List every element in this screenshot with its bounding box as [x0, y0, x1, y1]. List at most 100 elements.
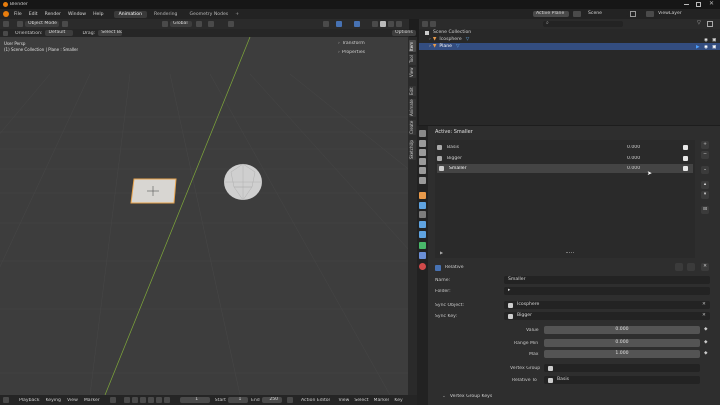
editor-type-icon[interactable]	[3, 21, 9, 27]
scene-tab-icon[interactable]	[419, 167, 426, 174]
step-back-icon[interactable]	[131, 397, 138, 403]
menu-help[interactable]: Help	[93, 12, 103, 17]
tab-rendering[interactable]: Rendering	[149, 11, 182, 18]
timeline-editor-icon[interactable]	[3, 397, 9, 403]
action-select-menu[interactable]: Select	[354, 398, 368, 403]
action-editor-mode[interactable]: Action Editor	[301, 398, 330, 403]
end-field[interactable]: 250	[261, 397, 282, 403]
icosphere-object[interactable]	[222, 162, 264, 202]
vtab-tool[interactable]: Tool	[409, 54, 416, 65]
output-tab-icon[interactable]	[419, 149, 426, 156]
vtab-create[interactable]: Create	[409, 120, 416, 135]
marker-menu[interactable]: Marker	[84, 398, 100, 403]
hide-viewport-icon[interactable]: ◉	[704, 44, 708, 51]
play-icon[interactable]	[147, 397, 154, 403]
shape-key-row-bigger[interactable]: Bigger 0.000	[437, 154, 693, 162]
material-shading-icon[interactable]	[388, 21, 394, 27]
menu-edit[interactable]: Edit	[29, 12, 38, 17]
overlay-icon[interactable]	[336, 21, 342, 27]
move-up-button[interactable]: ▴	[701, 181, 709, 189]
outliner-editor-icon[interactable]	[422, 21, 428, 27]
pivot-icon[interactable]	[196, 21, 202, 27]
edit-mode-icon[interactable]	[687, 263, 695, 271]
npanel-transform[interactable]: › Transform	[338, 39, 408, 48]
transform-orientation-icon[interactable]	[162, 21, 168, 27]
view-layer-field[interactable]: ViewLayer	[658, 11, 682, 16]
world-tab-icon[interactable]	[419, 177, 426, 184]
action-editor-icon[interactable]	[287, 397, 293, 403]
outliner-row-icosphere[interactable]: › ▼ Icosphere ▽ ◉ ▣	[419, 36, 720, 43]
shape-key-value[interactable]: 0.000	[627, 166, 683, 171]
clear-icon[interactable]: ✕	[702, 301, 706, 309]
tool-tab-icon[interactable]	[419, 130, 426, 137]
shape-key-specials-button[interactable]: ⌄	[701, 166, 709, 174]
list-expand-icon[interactable]: ▶	[440, 250, 443, 255]
action-view-menu[interactable]: View	[338, 398, 349, 403]
value-slider[interactable]: 0.000	[544, 326, 700, 334]
shape-key-checkbox[interactable]	[683, 155, 688, 161]
rendered-shading-icon[interactable]	[396, 21, 402, 27]
expand-icon[interactable]: ›	[429, 36, 431, 43]
select-icon[interactable]: ▶	[696, 44, 700, 51]
outliner-row-plane[interactable]: › ▼ Plane ▽ ▶ ◉ ▣	[419, 43, 720, 50]
shape-key-value[interactable]: 0.000	[627, 145, 683, 150]
view-layer-tab-icon[interactable]	[419, 158, 426, 165]
tab-animation[interactable]: Animation	[113, 10, 147, 18]
particles-tab-icon[interactable]	[419, 211, 426, 218]
modifier-tab-icon[interactable]	[419, 202, 426, 209]
constraints-tab-icon[interactable]	[419, 231, 426, 238]
menu-file[interactable]: File	[14, 12, 22, 17]
add-workspace-icon[interactable]: +	[235, 12, 239, 17]
scene-field[interactable]: Scene	[584, 10, 628, 17]
step-forward-icon[interactable]	[155, 397, 162, 403]
shape-key-checkbox[interactable]	[683, 166, 688, 171]
sync-object-field[interactable]: Icosphere ✕	[504, 301, 710, 309]
range-min-field[interactable]: 0.000	[544, 339, 700, 347]
npanel-properties[interactable]: › Properties	[338, 48, 408, 57]
vtab-animate[interactable]: Animate	[409, 99, 416, 117]
object-tab-icon[interactable]	[419, 192, 426, 199]
display-mode-icon[interactable]	[430, 21, 436, 27]
physics-tab-icon[interactable]	[419, 221, 426, 228]
shape-key-value[interactable]: 0.000	[627, 156, 683, 161]
gizmo-icon[interactable]	[323, 21, 329, 27]
data-tab-icon[interactable]	[419, 242, 426, 249]
record-icon[interactable]	[109, 397, 116, 403]
action-marker-menu[interactable]: Marker	[374, 398, 390, 403]
jump-end-icon[interactable]	[163, 397, 170, 403]
remove-shape-key-button[interactable]: −	[701, 151, 709, 159]
outliner-search-input[interactable]	[543, 21, 623, 27]
play-reverse-icon[interactable]	[139, 397, 146, 403]
wireframe-shading-icon[interactable]	[372, 21, 378, 27]
vtab-view[interactable]: View	[409, 67, 416, 78]
keying-menu[interactable]: Keying	[46, 398, 61, 403]
object-mode-dropdown[interactable]: Object Mode	[25, 21, 59, 27]
start-field[interactable]: 1	[227, 397, 248, 403]
shape-key-row-smaller[interactable]: Smaller 0.000	[437, 164, 693, 173]
solid-shading-icon[interactable]	[380, 21, 386, 27]
clear-button[interactable]: ⊟	[701, 206, 709, 214]
move-down-button[interactable]: ▾	[701, 191, 709, 199]
add-shape-key-button[interactable]: +	[701, 141, 709, 149]
menu-render[interactable]: Render	[45, 12, 61, 17]
scene-icon[interactable]	[573, 11, 581, 17]
outliner-row-scene-collection[interactable]: Scene Collection	[419, 29, 720, 36]
new-collection-icon[interactable]	[707, 21, 713, 27]
options-dropdown[interactable]: Options	[392, 30, 416, 36]
render-tab-icon[interactable]	[419, 140, 426, 147]
vertex-group-field[interactable]	[544, 364, 700, 372]
tab-geometry-nodes[interactable]: Geometry Nodes	[184, 11, 233, 18]
clear-weights-icon[interactable]: ✕	[701, 263, 709, 271]
vertex-group-keys-panel[interactable]: ⌄ Vertex Group Keys	[442, 392, 710, 400]
pin-icon[interactable]	[675, 263, 683, 271]
close-icon[interactable]: ✕	[709, 0, 714, 7]
material-tab-icon[interactable]	[419, 263, 426, 270]
drag-dropdown[interactable]: Select Box	[98, 30, 123, 36]
vtab-sketchup[interactable]: SketchUp	[409, 140, 416, 160]
disable-render-icon[interactable]: ▣	[712, 44, 716, 51]
action-key-menu[interactable]: Key	[394, 398, 402, 403]
list-resize-handle[interactable]	[566, 252, 574, 253]
scene-copy-icon[interactable]	[630, 11, 636, 17]
transform-orientation-dropdown[interactable]: Global	[170, 21, 192, 27]
sync-key-field[interactable]: Bigger ✕	[504, 312, 710, 320]
